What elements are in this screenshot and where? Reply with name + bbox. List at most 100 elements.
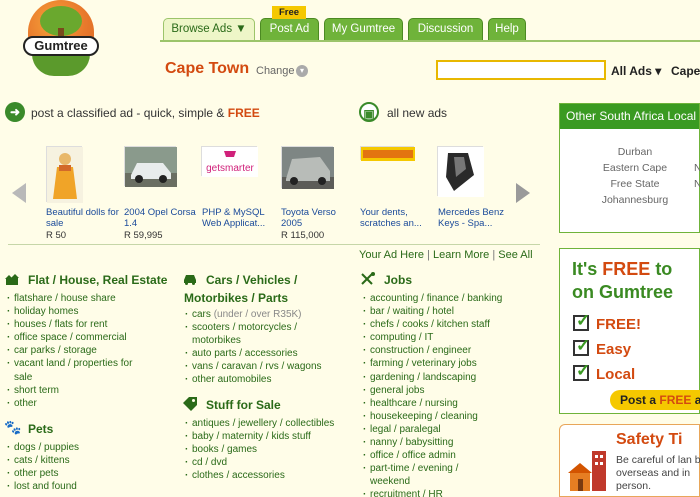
jobs-subcategory-list: accounting / finance / banking bar / wai…	[362, 292, 537, 497]
post-classified-link[interactable]: post a classified ad - quick, simple & F…	[31, 106, 260, 120]
getsmarter-logo-icon: getsmarter	[202, 147, 258, 177]
post-free-prefix: Post a	[620, 393, 660, 407]
free-promo-box: It's FREE to on Gumtree FREE! Easy Local…	[559, 248, 700, 414]
list-item[interactable]: bar / waiting / hotel	[362, 305, 537, 318]
region-link-durban[interactable]: Durban	[560, 146, 700, 158]
list-item[interactable]: books / games	[184, 443, 344, 456]
safety-tips-heading: Safety Ti	[616, 431, 683, 448]
list-item[interactable]: housekeeping / cleaning	[362, 410, 537, 423]
tab-browse-ads[interactable]: Browse Ads ▼	[163, 18, 255, 40]
list-item[interactable]: general jobs	[362, 384, 537, 397]
list-item[interactable]: other	[6, 397, 171, 410]
list-item[interactable]: baby / maternity / kids stuff	[184, 430, 344, 443]
carousel-prev-arrow-icon[interactable]	[12, 183, 26, 203]
change-location-icon[interactable]: ▾	[296, 65, 308, 77]
post-arrow-icon[interactable]: ➜	[5, 102, 25, 122]
cars-link[interactable]: cars	[192, 309, 211, 320]
ad-thumbnail-dolls[interactable]	[46, 146, 83, 203]
gumtree-logo[interactable]: Gumtree	[22, 0, 100, 80]
ad-caption-5[interactable]: Your dents, scratches an...	[360, 207, 436, 229]
list-item[interactable]: lost and found	[6, 480, 171, 493]
list-item[interactable]: short term	[6, 384, 171, 397]
list-item[interactable]: office space / commercial	[6, 331, 171, 344]
category-jobs[interactable]: Jobs	[384, 273, 412, 287]
list-item[interactable]: farming / veterinary jobs	[362, 357, 537, 370]
list-item[interactable]: clothes / accessories	[184, 469, 344, 482]
tab-discussion[interactable]: Discussion	[408, 18, 483, 40]
see-all-link[interactable]: See All	[498, 249, 532, 261]
ad-thumbnail-opel[interactable]	[124, 146, 177, 187]
list-item[interactable]: other automobiles	[184, 373, 344, 386]
category-motorbikes-parts[interactable]: Motorbikes / Parts	[184, 291, 288, 305]
region-link-cut[interactable]: N	[694, 178, 700, 190]
ad-caption-3[interactable]: PHP & MySQL Web Applicat...	[202, 207, 278, 229]
tools-icon	[361, 272, 375, 285]
list-item[interactable]: cars (under / over R35K)	[184, 308, 344, 321]
free-title-accent: FREE	[602, 259, 651, 279]
tab-help[interactable]: Help	[488, 18, 526, 40]
list-item[interactable]: computing / IT	[362, 331, 537, 344]
ad-caption-2[interactable]: 2004 Opel Corsa 1.4	[124, 207, 200, 229]
carousel-next-arrow-icon[interactable]	[516, 183, 530, 203]
list-item[interactable]: nanny / babysitting	[362, 436, 537, 449]
category-stuff-for-sale[interactable]: Stuff for Sale	[206, 398, 281, 412]
list-item[interactable]: scooters / motorcycles / motorbikes	[184, 321, 344, 347]
list-item[interactable]: part-time / evening / weekend	[362, 462, 537, 488]
all-new-ads-icon[interactable]: ▣	[359, 102, 379, 122]
change-location-link[interactable]: Change	[256, 65, 295, 77]
list-item[interactable]: vans / caravan / rvs / wagons	[184, 360, 344, 373]
region-link-cut[interactable]: N	[694, 162, 700, 174]
safety-tips-box[interactable]: Safety Ti Be careful of lan be overseas …	[559, 424, 700, 497]
list-item[interactable]: antiques / jewellery / collectibles	[184, 417, 344, 430]
list-item[interactable]: other pets	[6, 467, 171, 480]
list-item[interactable]: vacant land / properties for sale	[6, 357, 171, 383]
post-free-ad-button[interactable]: Post a FREE a	[610, 390, 700, 410]
list-item[interactable]: cd / dvd	[184, 456, 344, 469]
list-item[interactable]: chefs / cooks / kitchen staff	[362, 318, 537, 331]
category-pets[interactable]: Pets	[28, 422, 53, 436]
list-item[interactable]: healthcare / nursing	[362, 397, 537, 410]
category-flat-house[interactable]: Flat / House, Real Estate	[28, 273, 167, 287]
ad-thumbnail-toyota[interactable]	[281, 146, 334, 189]
list-item[interactable]: office / office admin	[362, 449, 537, 462]
list-item[interactable]: legal / paralegal	[362, 423, 537, 436]
category-cars-vehicles[interactable]: Cars / Vehicles /	[206, 273, 297, 287]
list-item[interactable]: cats / kittens	[6, 454, 171, 467]
ad-links: Your Ad Here | Learn More | See All	[359, 249, 533, 261]
ad-caption-4[interactable]: Toyota Verso 2005	[281, 207, 357, 229]
search-scope-dropdown[interactable]: All Ads ▾	[611, 64, 661, 78]
list-item[interactable]: gardening / landscaping	[362, 371, 537, 384]
paw-icon: 🐾	[4, 419, 22, 435]
your-ad-here-link[interactable]: Your Ad Here	[359, 249, 424, 261]
ad-thumbnail-dents[interactable]	[360, 146, 415, 161]
svg-text:getsmarter: getsmarter	[206, 163, 254, 174]
benefit-label: Easy	[596, 341, 632, 358]
link-separator: |	[492, 249, 496, 261]
other-regions-box: Other South Africa Local Durban Eastern …	[559, 103, 700, 233]
ad-thumbnail-getsmarter[interactable]: getsmarter	[201, 146, 258, 177]
search-input[interactable]	[436, 60, 606, 80]
list-item[interactable]: flatshare / house share	[6, 292, 171, 305]
ad-thumbnail-mercedes[interactable]	[437, 146, 484, 197]
ad-caption-1[interactable]: Beautiful dolls for sale	[46, 207, 122, 229]
tab-post-ad[interactable]: Post Ad	[260, 18, 319, 40]
ad-caption-6[interactable]: Mercedes Benz Keys - Spa...	[438, 207, 514, 229]
list-item[interactable]: construction / engineer	[362, 344, 537, 357]
region-link-johannesburg[interactable]: Johannesburg	[560, 194, 700, 206]
list-item[interactable]: houses / flats for rent	[6, 318, 171, 331]
other-regions-heading: Other South Africa Local	[560, 104, 699, 129]
all-new-ads-link[interactable]: all new ads	[387, 106, 447, 120]
region-link-free-state[interactable]: Free State	[560, 178, 700, 190]
learn-more-link[interactable]: Learn More	[433, 249, 489, 261]
list-item[interactable]: holiday homes	[6, 305, 171, 318]
list-item[interactable]: car parks / storage	[6, 344, 171, 357]
list-item[interactable]: recruitment / HR	[362, 488, 537, 497]
region-link-eastern-cape[interactable]: Eastern Cape	[560, 162, 700, 174]
tab-my-gumtree[interactable]: My Gumtree	[324, 18, 403, 40]
cars-price-note: (under / over R35K)	[213, 309, 302, 320]
list-item[interactable]: auto parts / accessories	[184, 347, 344, 360]
list-item[interactable]: accounting / finance / banking	[362, 292, 537, 305]
list-item[interactable]: dogs / puppies	[6, 441, 171, 454]
search-location-dropdown[interactable]: Cape	[671, 64, 700, 78]
benefit-easy: Easy	[573, 336, 632, 358]
